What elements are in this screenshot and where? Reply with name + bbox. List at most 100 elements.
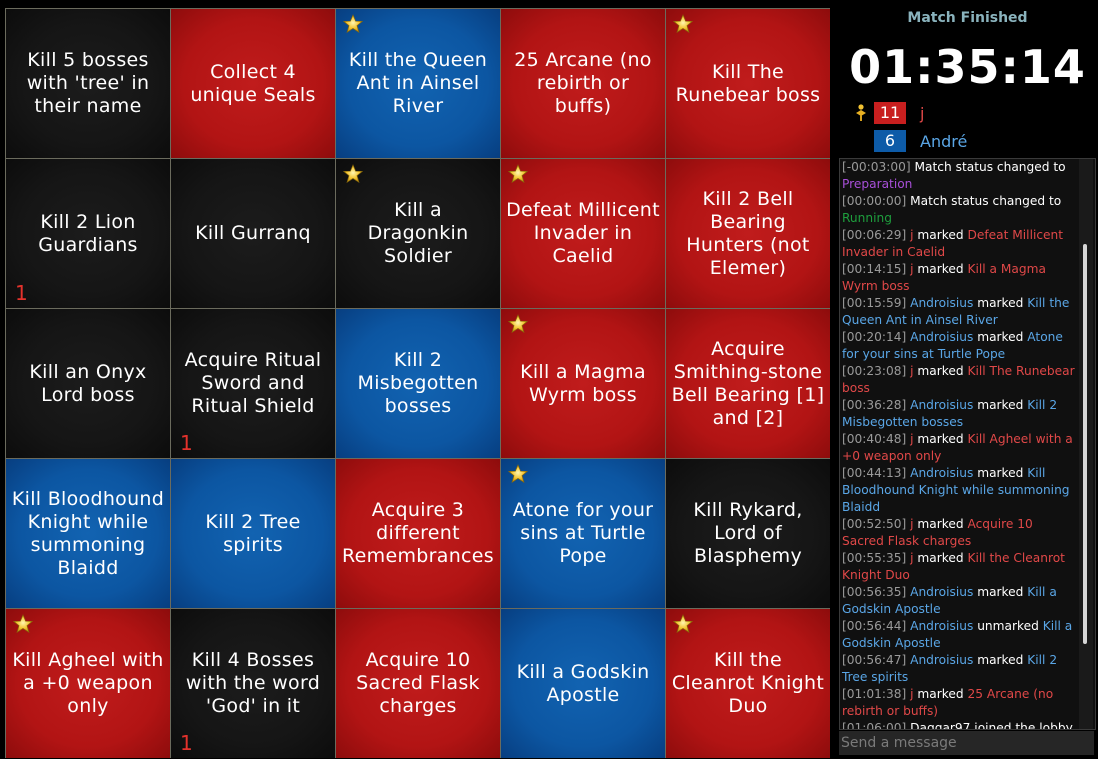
cell-marker: 1	[180, 431, 193, 455]
log-segment: [00:44:13]	[842, 466, 911, 480]
log-entry: [00:56:35] Androisius marked Kill a Gods…	[842, 584, 1078, 618]
log-segment: marked	[973, 466, 1028, 480]
match-timer: 01:35:14	[849, 40, 1086, 94]
board-cell[interactable]: 25 Arcane (no rebirth or buffs)	[501, 9, 665, 158]
log-entry: [00:00:00] Match status changed to Runni…	[842, 193, 1078, 227]
log-segment: [00:36:28]	[842, 398, 911, 412]
board-cell[interactable]: Acquire 3 different Remembrances	[336, 459, 500, 608]
log-entry: [01:01:38] j marked 25 Arcane (no rebirt…	[842, 686, 1078, 720]
log-segment: marked	[913, 551, 968, 565]
team-row-2: 6 André	[874, 130, 967, 152]
cell-goal-text: Kill 2 Bell Bearing Hunters (not Elemer)	[686, 187, 810, 279]
log-segment: Daggar97 joined the lobby	[910, 721, 1073, 730]
log-segment: [00:52:50]	[842, 517, 911, 531]
log-segment: marked	[913, 228, 968, 242]
bingo-board: Kill 5 bosses with 'tree' in their name C…	[5, 8, 830, 758]
log-scrollbar[interactable]	[1079, 159, 1093, 729]
board-cell[interactable]: Kill Agheel with a +0 weapon only	[6, 609, 170, 758]
star-icon	[342, 14, 364, 34]
log-segment: [00:55:35]	[842, 551, 911, 565]
log-segment: marked	[973, 330, 1028, 344]
log-segment: [00:06:29]	[842, 228, 911, 242]
cell-goal-text: Collect 4 unique Seals	[190, 60, 316, 106]
board-cell[interactable]: Kill 5 bosses with 'tree' in their name	[6, 9, 170, 158]
cell-goal-text: Kill 5 bosses with 'tree' in their name	[26, 49, 150, 117]
log-segment: [01:01:38]	[842, 687, 911, 701]
match-log[interactable]: [-00:03:00] Match status changed to Prep…	[839, 158, 1096, 730]
log-entry: [00:55:35] j marked Kill the Cleanrot Kn…	[842, 550, 1078, 584]
board-cell[interactable]: Kill 2 Misbegotten bosses	[336, 309, 500, 458]
log-segment: [00:56:35]	[842, 585, 911, 599]
log-lines: [-00:03:00] Match status changed to Prep…	[842, 159, 1078, 730]
board-cell[interactable]: Kill a Godskin Apostle	[501, 609, 665, 758]
cell-goal-text: Acquire Smithing-stone Bell Bearing [1] …	[671, 337, 825, 429]
log-segment: Androisius	[910, 585, 974, 599]
star-icon	[672, 14, 694, 34]
board-cell[interactable]: Kill 2 Tree spirits	[171, 459, 335, 608]
board-cell[interactable]: Kill 2 Lion Guardians 1	[6, 159, 170, 308]
board-cell[interactable]: Atone for your sins at Turtle Pope	[501, 459, 665, 608]
star-icon	[12, 614, 34, 634]
log-segment: [00:14:15]	[842, 262, 911, 276]
board-cell[interactable]: Kill the Cleanrot Knight Duo	[666, 609, 830, 758]
board-cell[interactable]: Acquire Ritual Sword and Ritual Shield 1	[171, 309, 335, 458]
chat-message-input[interactable]	[839, 731, 1094, 755]
log-entry: [00:44:13] Androisius marked Kill Bloodh…	[842, 465, 1078, 516]
log-segment: marked	[973, 398, 1028, 412]
star-icon	[672, 614, 694, 634]
board-cell[interactable]: Kill a Magma Wyrm boss	[501, 309, 665, 458]
cell-goal-text: Acquire 10 Sacred Flask charges	[356, 649, 480, 717]
log-entry: [00:56:47] Androisius marked Kill 2 Tree…	[842, 652, 1078, 686]
log-scrollbar-thumb[interactable]	[1083, 244, 1087, 644]
board-cell[interactable]: Defeat Millicent Invader in Caelid	[501, 159, 665, 308]
log-entry: [00:52:50] j marked Acquire 10 Sacred Fl…	[842, 516, 1078, 550]
cell-goal-text: Kill the Queen Ant in Ainsel River	[348, 49, 488, 117]
board-cell[interactable]: Acquire Smithing-stone Bell Bearing [1] …	[666, 309, 830, 458]
team-score: 11	[874, 102, 906, 124]
log-segment: Androisius	[910, 466, 974, 480]
board-cell[interactable]: Acquire 10 Sacred Flask charges	[336, 609, 500, 758]
log-entry: [-00:03:00] Match status changed to Prep…	[842, 159, 1078, 193]
log-segment: marked	[973, 296, 1028, 310]
log-segment: Running	[842, 211, 892, 225]
cell-goal-text: 25 Arcane (no rebirth or buffs)	[514, 49, 652, 117]
log-segment: [00:56:44]	[842, 619, 911, 633]
board-cell[interactable]: Kill Bloodhound Knight while summoning B…	[6, 459, 170, 608]
log-segment: [00:15:59]	[842, 296, 911, 310]
star-icon	[507, 314, 529, 334]
log-segment: Match status changed to	[914, 160, 1066, 174]
cell-goal-text: Kill Bloodhound Knight while summoning B…	[11, 487, 165, 579]
log-segment: marked	[913, 262, 968, 276]
board-cell[interactable]: Collect 4 unique Seals	[171, 9, 335, 158]
star-icon	[507, 164, 529, 184]
log-segment: Match status changed to	[910, 194, 1062, 208]
team-row-1: 11 j	[874, 102, 924, 124]
log-entry: [01:06:00] Daggar97 joined the lobby	[842, 720, 1078, 730]
log-segment: marked	[973, 585, 1028, 599]
board-cell[interactable]: Kill an Onyx Lord boss	[6, 309, 170, 458]
log-segment: marked	[913, 517, 968, 531]
cell-marker: 1	[180, 731, 193, 755]
log-entry: [00:40:48] j marked Kill Agheel with a +…	[842, 431, 1078, 465]
board-cell[interactable]: Kill a Dragonkin Soldier	[336, 159, 500, 308]
board-cell[interactable]: Kill 2 Bell Bearing Hunters (not Elemer)	[666, 159, 830, 308]
log-segment: marked	[973, 653, 1028, 667]
match-status: Match Finished	[907, 10, 1028, 26]
log-segment: unmarked	[973, 619, 1043, 633]
cell-goal-text: Kill a Magma Wyrm boss	[520, 360, 646, 406]
board-cell[interactable]: Kill the Queen Ant in Ainsel River	[336, 9, 500, 158]
cell-goal-text: Kill the Cleanrot Knight Duo	[671, 649, 825, 717]
board-cell[interactable]: Kill The Runebear boss	[666, 9, 830, 158]
cell-goal-text: Kill Gurranq	[195, 222, 311, 244]
board-cell[interactable]: Kill Rykard, Lord of Blasphemy	[666, 459, 830, 608]
match-sidebar: Match Finished 01:35:14 11 j 6 André [-0…	[837, 0, 1098, 759]
log-entry: [00:06:29] j marked Defeat Millicent Inv…	[842, 227, 1078, 261]
log-entry: [00:14:15] j marked Kill a Magma Wyrm bo…	[842, 261, 1078, 295]
log-segment: [00:56:47]	[842, 653, 911, 667]
cell-goal-text: Kill a Dragonkin Soldier	[367, 199, 469, 267]
cell-goal-text: Kill Rykard, Lord of Blasphemy	[693, 499, 803, 567]
board-cell[interactable]: Kill Gurranq	[171, 159, 335, 308]
cell-goal-text: Kill 2 Tree spirits	[205, 510, 301, 556]
cell-goal-text: Kill a Godskin Apostle	[516, 660, 650, 706]
board-cell[interactable]: Kill 4 Bosses with the word 'God' in it 1	[171, 609, 335, 758]
